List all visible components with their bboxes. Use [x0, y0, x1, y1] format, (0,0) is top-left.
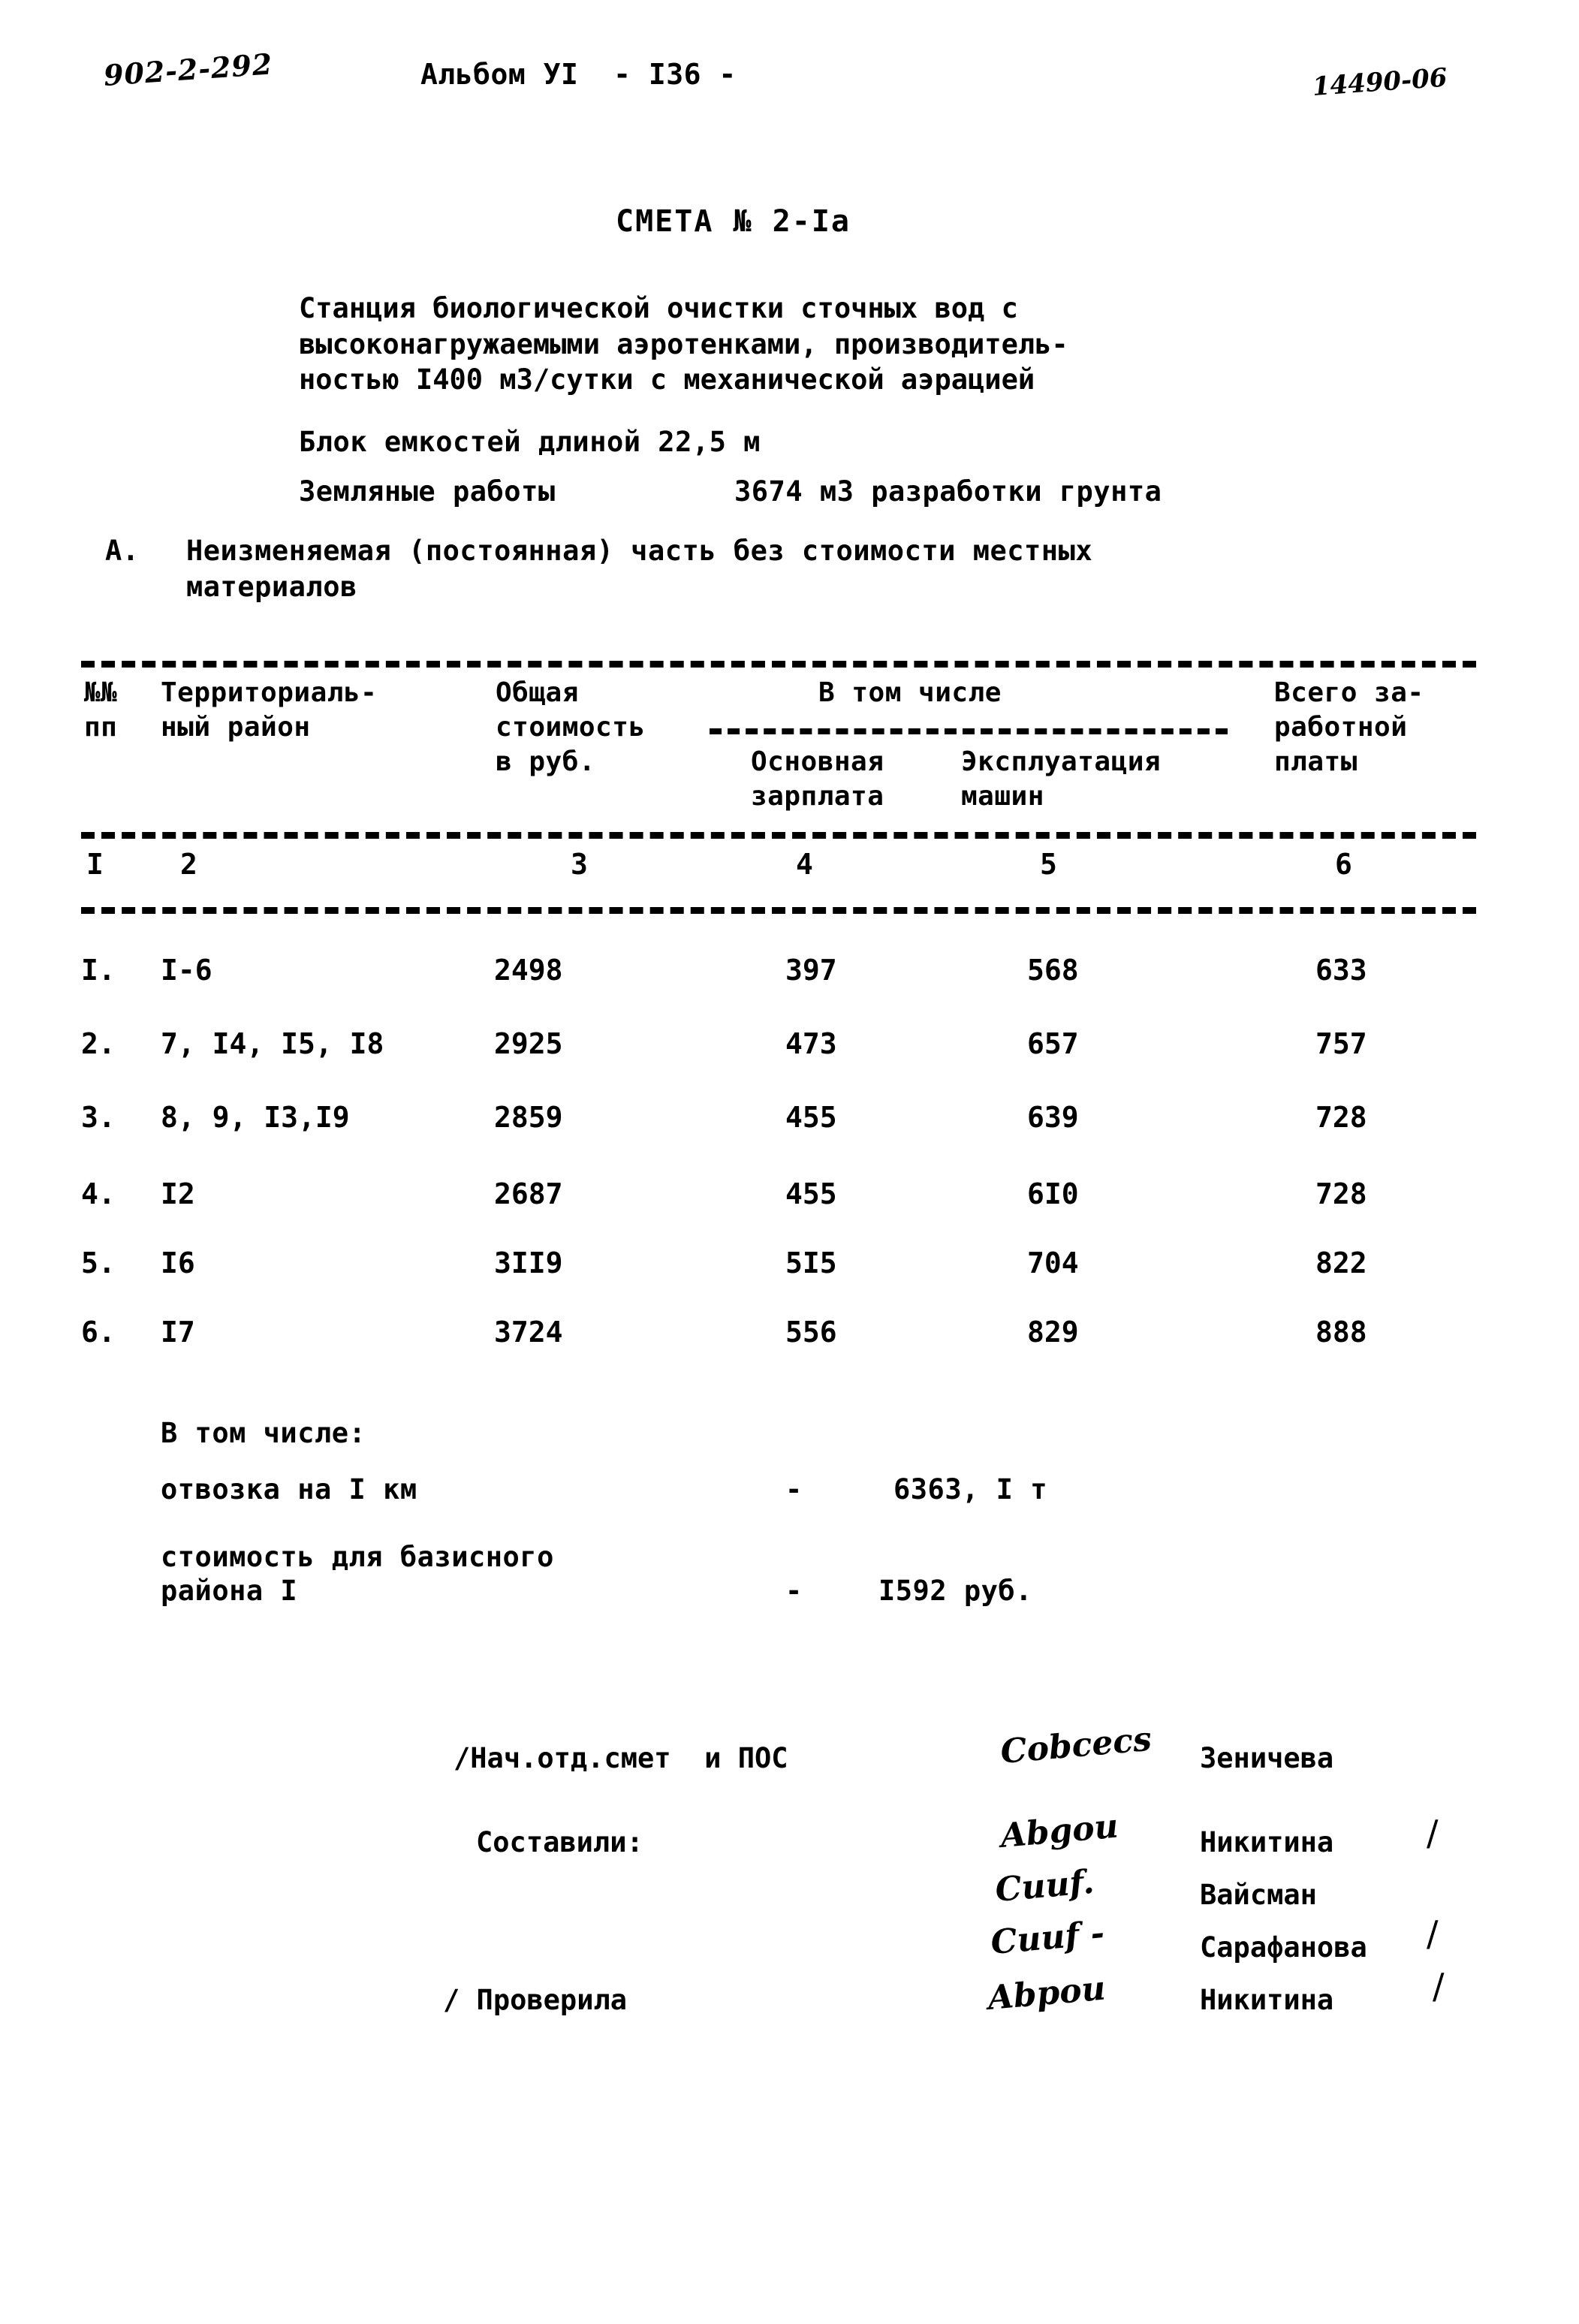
signature-slash-3: /	[1433, 1966, 1445, 2006]
column-header-region: Территориаль- ный район	[161, 677, 378, 743]
row-total: 3724	[494, 1316, 563, 1349]
column-number-4: 4	[796, 848, 814, 881]
row-machines: 704	[1027, 1246, 1079, 1280]
column-number-2: 2	[180, 848, 198, 881]
row-salary: 397	[785, 954, 837, 987]
row-region: I6	[161, 1246, 195, 1280]
note-2-dash: -	[785, 1575, 803, 1607]
row-total: 2687	[494, 1177, 563, 1210]
section-a-line-1: Неизменяемая (постоянная) часть без стои…	[186, 535, 1093, 567]
column-header-total-cost: Общая стоимость в руб.	[496, 677, 646, 778]
row-number: I.	[81, 954, 116, 987]
signatory-name-4: Сарафанова	[1200, 1931, 1367, 1964]
row-number: 5.	[81, 1246, 116, 1280]
table-rule-bottom	[81, 907, 1476, 914]
row-machines: 568	[1027, 954, 1079, 987]
row-salary: 5I5	[785, 1246, 837, 1280]
signature-role-head-estimates: /Нач.отд.смет и ПОС	[454, 1742, 788, 1774]
note-1-dash: -	[785, 1473, 803, 1506]
column-header-machines: Эксплуатация машин	[961, 746, 1162, 812]
signatory-name-3: Вайсман	[1200, 1879, 1317, 1911]
signature-role-compiled-by: Составили:	[476, 1826, 643, 1858]
note-2-value: I592 руб.	[878, 1575, 1032, 1607]
signature-slash-1: /	[1427, 1813, 1439, 1853]
handwritten-signature-5: Abpou	[986, 1969, 1107, 2018]
row-region: 8, 9, I3,I9	[161, 1101, 350, 1134]
column-number-5: 5	[1040, 848, 1058, 881]
handwritten-signature-2: Abgou	[999, 1807, 1120, 1855]
handwritten-signature-3: Cuuf.	[993, 1862, 1096, 1910]
description-line-2: высоконагружаемыми аэротенками, производ…	[299, 328, 1068, 360]
row-region: I7	[161, 1316, 195, 1349]
handwritten-signature-4: Cuuf -	[989, 1913, 1106, 1962]
row-salary: 473	[785, 1027, 837, 1060]
row-machines: 6I0	[1027, 1177, 1079, 1210]
section-a-line-2: материалов	[186, 571, 357, 603]
row-machines: 657	[1027, 1027, 1079, 1060]
row-wages: 822	[1315, 1246, 1367, 1280]
row-wages: 757	[1315, 1027, 1367, 1060]
document-page: 902-2-292 Альбом УI - I36 - 14490-06 СМЕ…	[0, 0, 1579, 2324]
row-wages: 633	[1315, 954, 1367, 987]
handwritten-signature-1: Cobcecs	[999, 1720, 1153, 1771]
row-wages: 728	[1315, 1101, 1367, 1134]
table-rule-subheader	[710, 728, 1228, 734]
section-a-letter: А.	[105, 535, 140, 567]
row-salary: 556	[785, 1316, 837, 1349]
column-header-number: №№ пп	[84, 677, 118, 743]
column-header-wages-total: Всего за- работной платы	[1274, 677, 1424, 778]
table-rule-middle	[81, 832, 1476, 839]
note-2-label-line1: стоимость для базисного	[161, 1541, 554, 1573]
row-region: I-6	[161, 954, 212, 987]
description-line-1: Станция биологической очистки сточных во…	[299, 292, 1018, 324]
row-total: 2859	[494, 1101, 563, 1134]
row-region: 7, I4, I5, I8	[161, 1027, 384, 1060]
row-number: 4.	[81, 1177, 116, 1210]
column-header-group: В том числе	[818, 677, 1002, 708]
earthworks-value: 3674 м3 разработки грунта	[734, 475, 1162, 508]
table-rule-top	[81, 661, 1476, 668]
row-number: 3.	[81, 1101, 116, 1134]
document-code: 902-2-292	[102, 47, 274, 92]
signature-role-checked-by: / Проверила	[443, 1984, 628, 2016]
row-number: 6.	[81, 1316, 116, 1349]
earthworks-label: Земляные работы	[299, 475, 556, 508]
album-and-sheet-line: Альбом УI - I36 -	[420, 58, 737, 91]
note-1-value: 6363, I т	[893, 1473, 1047, 1506]
signatory-name-1: Зеничева	[1200, 1742, 1334, 1774]
row-total: 2498	[494, 954, 563, 987]
signatory-name-5: Никитина	[1200, 1984, 1334, 2016]
signatory-name-2: Никитина	[1200, 1826, 1334, 1858]
row-number: 2.	[81, 1027, 116, 1060]
page-title: СМЕТА № 2-Iа	[616, 204, 851, 239]
row-machines: 639	[1027, 1101, 1079, 1134]
row-wages: 728	[1315, 1177, 1367, 1210]
row-salary: 455	[785, 1101, 837, 1134]
notes-heading: В том числе:	[161, 1417, 366, 1449]
tank-block-length: Блок емкостей длиной 22,5 м	[299, 426, 761, 458]
row-wages: 888	[1315, 1316, 1367, 1349]
signature-slash-2: /	[1427, 1913, 1439, 1954]
note-1-label: отвозка на I км	[161, 1473, 417, 1506]
row-machines: 829	[1027, 1316, 1079, 1349]
sheet-stamp-number: 14490-06	[1311, 62, 1448, 102]
column-header-salary: Основная зарплата	[751, 746, 884, 812]
column-number-3: 3	[571, 848, 589, 881]
row-salary: 455	[785, 1177, 837, 1210]
column-number-1: I	[86, 848, 104, 881]
row-total: 2925	[494, 1027, 563, 1060]
column-number-6: 6	[1335, 848, 1353, 881]
note-2-label-line2: района I	[161, 1575, 298, 1607]
description-line-3: ностью I400 м3/сутки с механической аэра…	[299, 363, 1035, 396]
row-region: I2	[161, 1177, 195, 1210]
row-total: 3II9	[494, 1246, 563, 1280]
